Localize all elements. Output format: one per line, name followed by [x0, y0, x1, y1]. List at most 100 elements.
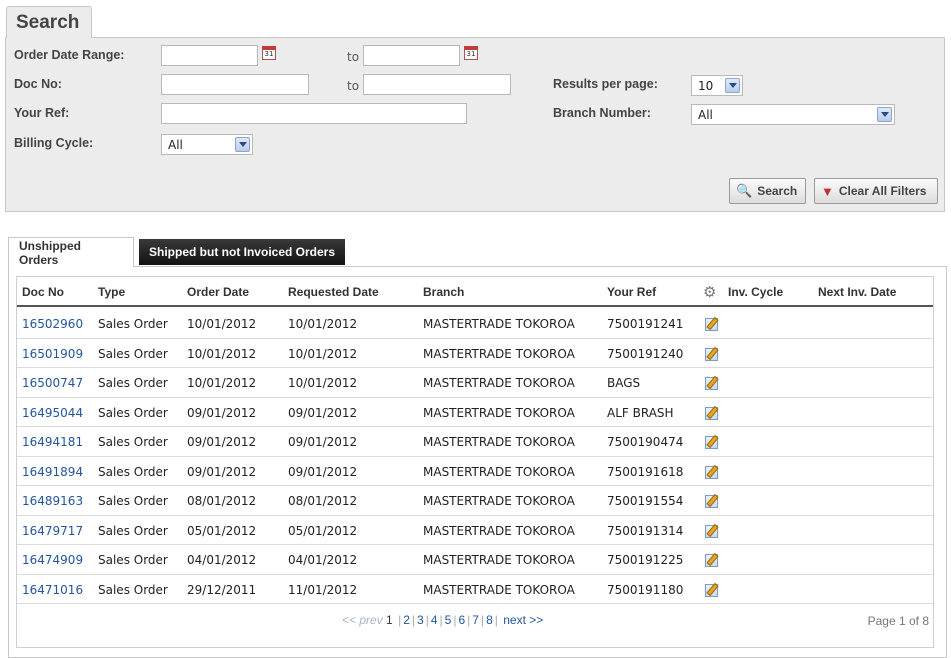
billing-cycle-value: All [168, 138, 183, 152]
header-requested-date[interactable]: Requested Date [288, 285, 379, 299]
cell-type: Sales Order [98, 317, 168, 331]
pagination-page[interactable]: 3 [417, 613, 424, 627]
table-row: 16494181 Sales Order 09/01/2012 09/01/2012 M… [17, 427, 933, 457]
branch-number-label: Branch Number: [553, 106, 651, 120]
pagination-separator: | [494, 613, 498, 627]
pagination-next[interactable]: next >> [503, 613, 543, 627]
search-panel: Order Date Range: 31 to 31 Doc No: to Re… [5, 37, 945, 212]
edit-icon[interactable] [705, 524, 718, 538]
pagination-page[interactable]: 7 [472, 613, 479, 627]
search-button[interactable]: 🔍 Search [729, 178, 806, 204]
cell-requested-date: 04/01/2012 [288, 553, 358, 567]
doc-no-label: Doc No: [14, 77, 62, 91]
cell-branch: MASTERTRADE TOKOROA [423, 405, 575, 420]
cell-your-ref: BAGS [607, 376, 641, 390]
cell-requested-date: 09/01/2012 [288, 435, 358, 449]
chevron-down-icon[interactable] [877, 107, 892, 122]
tab-shipped-not-invoiced[interactable]: Shipped but not Invoiced Orders [139, 239, 345, 265]
cell-type: Sales Order [98, 523, 168, 538]
cell-branch: MASTERTRADE TOKOROA [423, 435, 575, 449]
search-button-label: Search [757, 184, 798, 198]
table-row: 16479717 Sales Order 05/01/2012 05/01/2012 M… [17, 516, 933, 545]
cell-doc-no[interactable]: 16479717 [22, 524, 83, 538]
header-order-date[interactable]: Order Date [187, 285, 249, 299]
pagination-page[interactable]: 4 [431, 613, 438, 627]
chevron-down-icon[interactable] [725, 78, 740, 93]
cell-doc-no[interactable]: 16471016 [22, 583, 83, 597]
order-date-to-input[interactable] [363, 45, 460, 66]
edit-icon[interactable] [705, 318, 718, 331]
cell-requested-date: 08/01/2012 [288, 494, 358, 508]
cell-doc-no[interactable]: 16495044 [22, 406, 83, 420]
pagination-page[interactable]: 8 [486, 613, 493, 627]
cell-requested-date: 10/01/2012 [288, 317, 358, 331]
cell-your-ref: 7500191180 [607, 582, 684, 597]
header-branch[interactable]: Branch [423, 285, 464, 299]
pagination-page[interactable]: 5 [445, 613, 452, 627]
filter-clear-icon: ▼ [821, 183, 834, 199]
header-doc-no[interactable]: Doc No [22, 285, 64, 299]
edit-icon[interactable] [705, 495, 718, 508]
branch-number-select[interactable]: All [691, 104, 895, 125]
results-per-page-label: Results per page: [553, 77, 658, 91]
header-inv-cycle[interactable]: Inv. Cycle [728, 285, 783, 299]
pagination-separator: | [411, 613, 416, 627]
your-ref-label: Your Ref: [14, 106, 70, 120]
billing-cycle-select[interactable]: All [161, 134, 253, 155]
table-row: 16474909 Sales Order 04/01/2012 04/01/2012 M… [17, 545, 933, 575]
chevron-down-icon[interactable] [235, 137, 250, 152]
your-ref-input[interactable] [161, 103, 467, 124]
doc-no-to-label: to [347, 79, 360, 93]
doc-no-from-input[interactable] [161, 74, 309, 95]
tab-unshipped-orders[interactable]: Unshipped Orders [8, 237, 134, 267]
cell-order-date: 10/01/2012 [187, 346, 257, 361]
cell-type: Sales Order [98, 582, 168, 597]
cell-branch: MASTERTRADE TOKOROA [423, 523, 575, 538]
branch-number-value: All [698, 108, 713, 122]
calendar-icon[interactable]: 31 [464, 46, 478, 60]
edit-icon[interactable] [705, 436, 718, 449]
cell-doc-no[interactable]: 16501909 [22, 347, 83, 361]
results-per-page-select[interactable]: 10 [691, 75, 743, 96]
order-date-from-input[interactable] [161, 45, 258, 66]
calendar-icon[interactable]: 31 [262, 46, 276, 60]
clear-all-filters-button[interactable]: ▼ Clear All Filters [814, 178, 938, 204]
edit-icon[interactable] [705, 347, 718, 361]
billing-cycle-label: Billing Cycle: [14, 136, 94, 150]
cell-requested-date: 05/01/2012 [288, 523, 358, 538]
cell-your-ref: 7500191554 [607, 494, 684, 508]
cell-doc-no[interactable]: 16491894 [22, 465, 83, 479]
table-row: 16471016 Sales Order 29/12/2011 11/01/2012 M… [17, 575, 933, 604]
gear-icon[interactable]: ⚙ [703, 283, 716, 301]
order-date-range-label: Order Date Range: [14, 48, 125, 62]
edit-icon[interactable] [705, 583, 718, 597]
cell-type: Sales Order [98, 494, 168, 508]
header-next-inv-date[interactable]: Next Inv. Date [818, 285, 896, 299]
edit-icon[interactable] [705, 406, 718, 420]
cell-your-ref: 7500191618 [607, 464, 684, 479]
cell-doc-no[interactable]: 16489163 [22, 494, 83, 508]
cell-doc-no[interactable]: 16502960 [22, 317, 83, 331]
cell-doc-no[interactable]: 16474909 [22, 553, 83, 567]
cell-your-ref: 7500191314 [607, 523, 684, 538]
cell-order-date: 04/01/2012 [187, 553, 257, 567]
edit-icon[interactable] [705, 554, 718, 567]
edit-icon[interactable] [705, 377, 718, 390]
cell-order-date: 05/01/2012 [187, 523, 257, 538]
search-title: Search [6, 6, 92, 38]
cell-branch: MASTERTRADE TOKOROA [423, 346, 575, 361]
clear-all-filters-label: Clear All Filters [838, 184, 927, 198]
header-type[interactable]: Type [98, 285, 125, 299]
pagination-page[interactable]: 6 [458, 613, 465, 627]
pagination: << prev 1 | 2 | 3 | 4 | 5 | 6 | 7 | 8 | next >> [342, 613, 543, 627]
doc-no-to-input[interactable] [363, 74, 511, 95]
cell-branch: MASTERTRADE TOKOROA [423, 317, 575, 331]
cell-doc-no[interactable]: 16494181 [22, 435, 83, 449]
table-header: Doc No Type Order Date Requested Date Br… [17, 277, 933, 307]
cell-doc-no[interactable]: 16500747 [22, 376, 83, 390]
pagination-page[interactable]: 2 [403, 613, 410, 627]
header-your-ref[interactable]: Your Ref [607, 285, 656, 299]
edit-icon[interactable] [705, 465, 718, 479]
cell-your-ref: ALF BRASH [607, 405, 674, 420]
order-date-to-label: to [347, 50, 360, 64]
